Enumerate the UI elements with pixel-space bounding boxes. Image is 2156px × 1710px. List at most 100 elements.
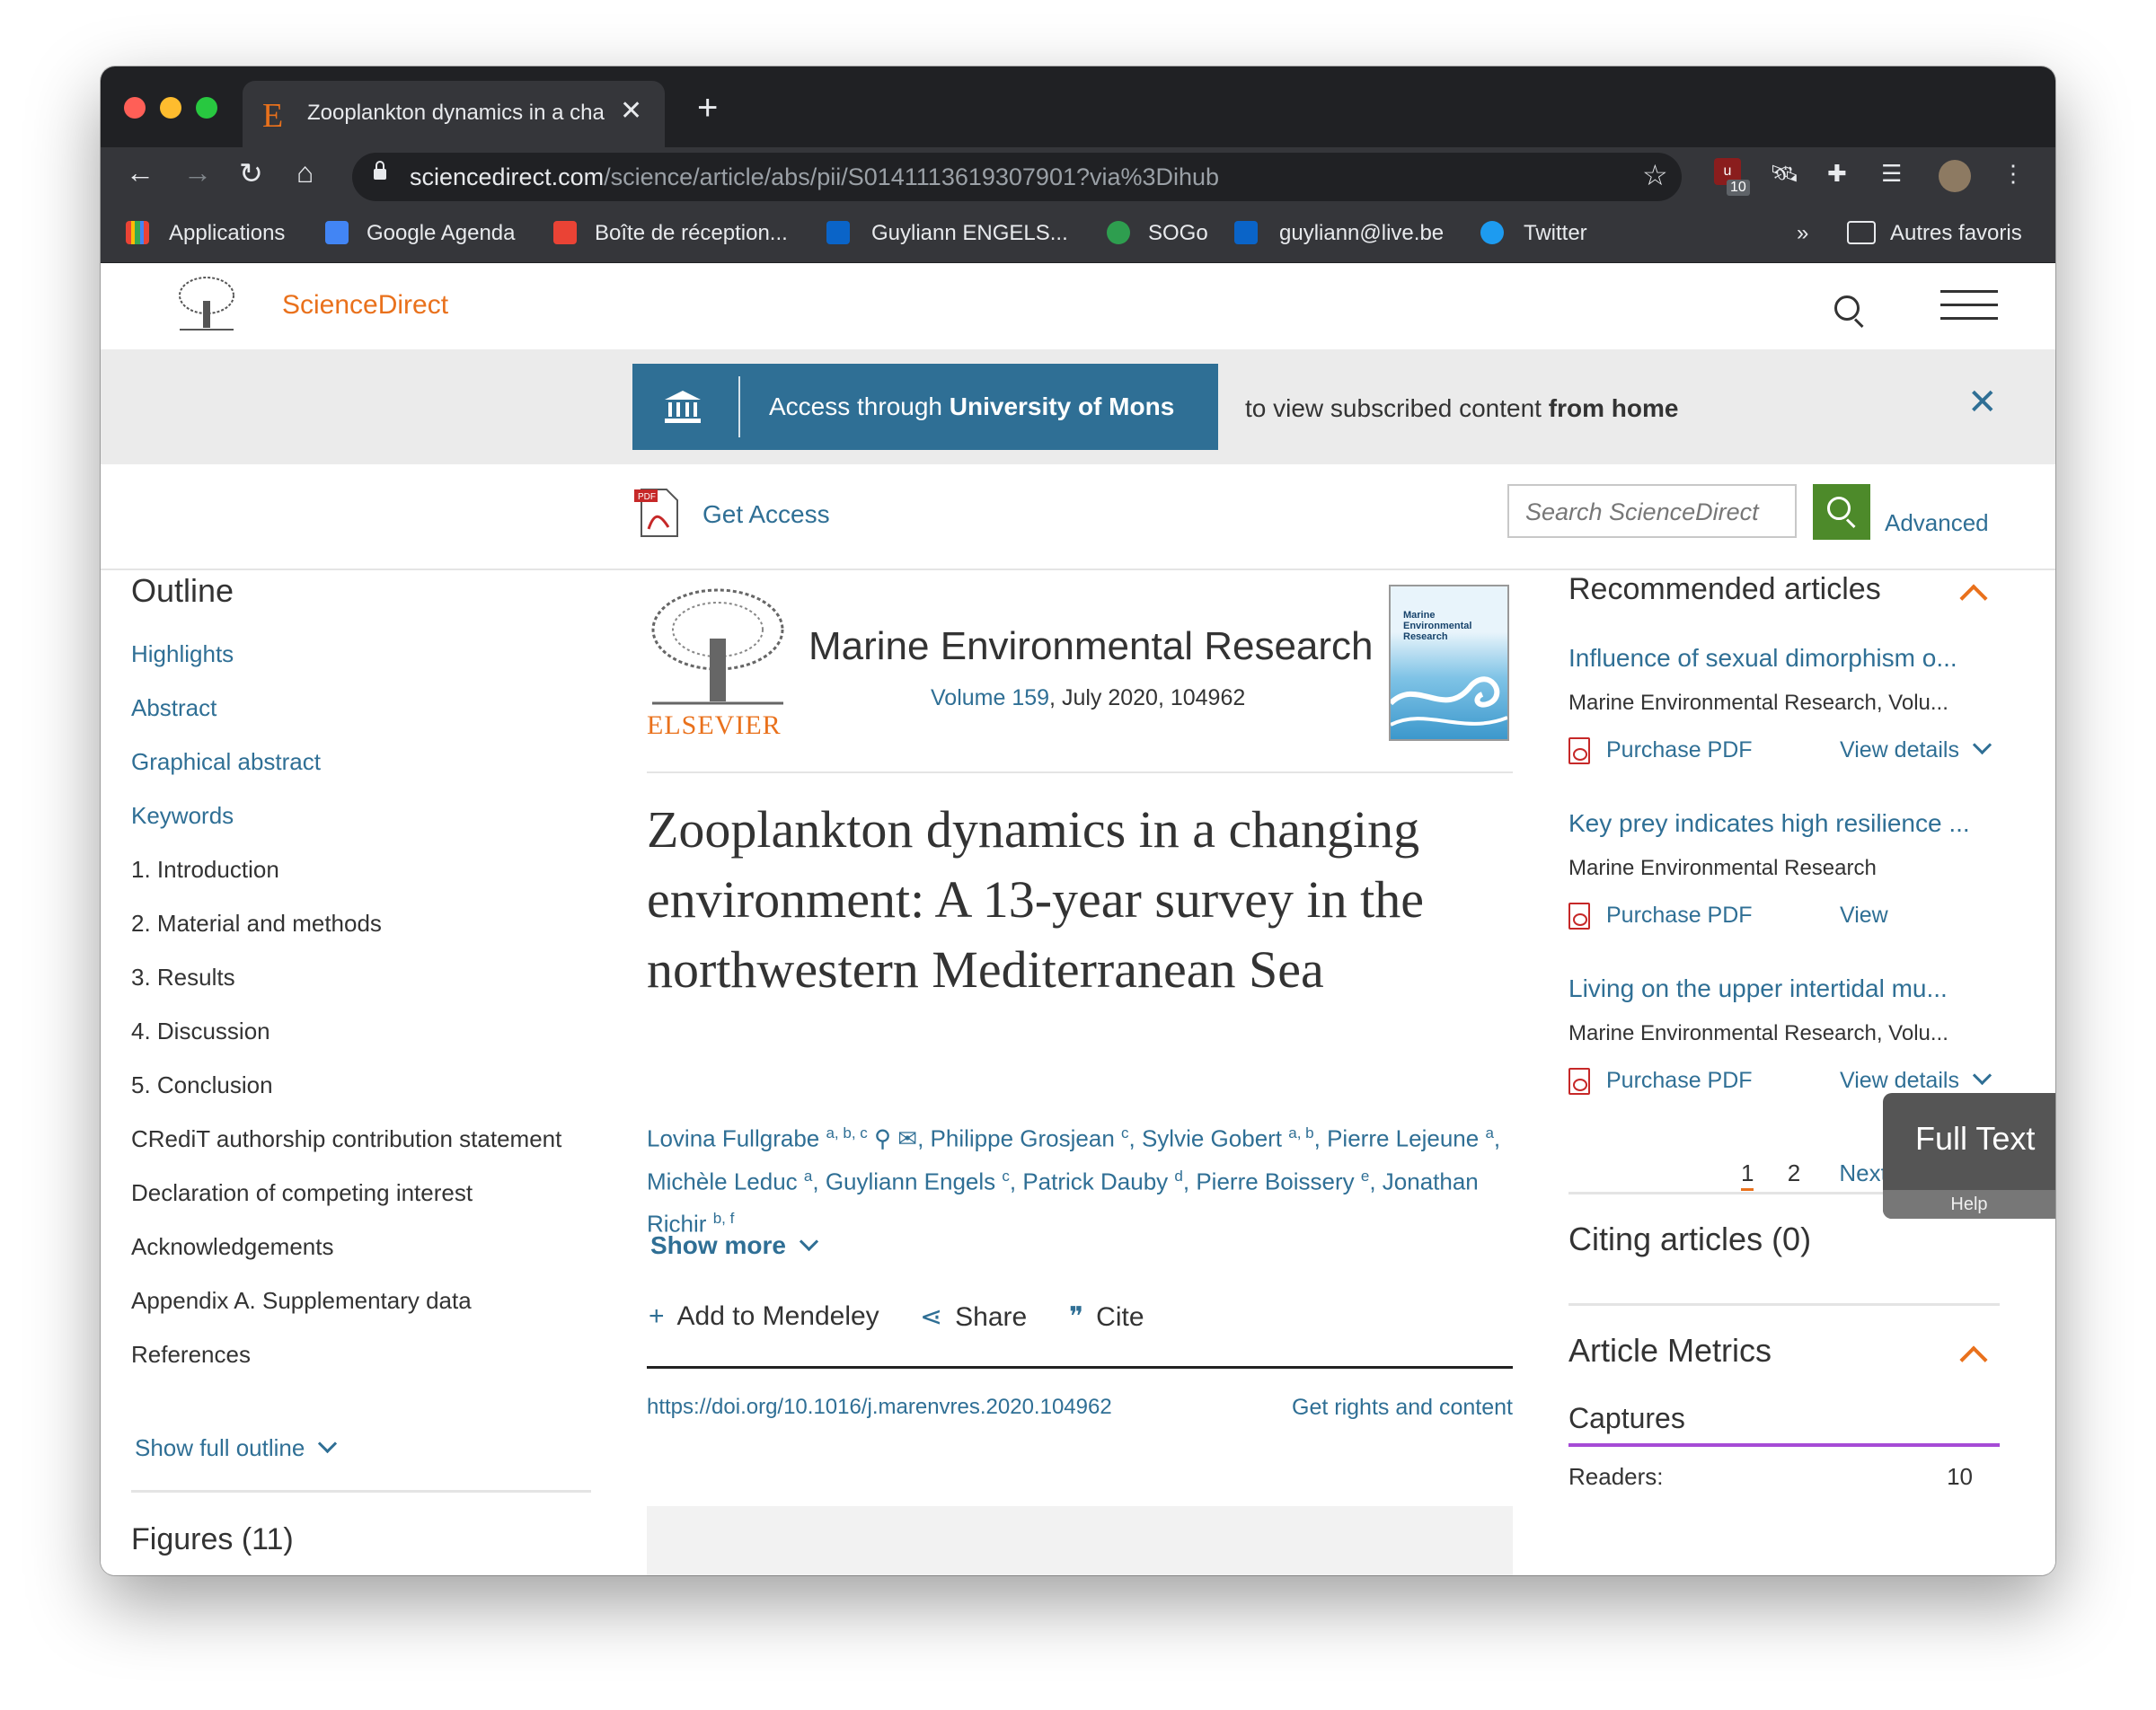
outline-item-abstract[interactable]: Abstract: [131, 694, 216, 722]
bookmark-sogo[interactable]: SOGo: [1148, 221, 1208, 246]
tab-close-icon[interactable]: ✕: [620, 95, 642, 127]
recommended-article-link[interactable]: Influence of sexual dimorphism o...: [1568, 644, 1991, 673]
outline-item-graphical-abstract[interactable]: Graphical abstract: [131, 748, 321, 776]
outline-item-conclusion[interactable]: 5. Conclusion: [131, 1071, 273, 1099]
author-link[interactable]: Sylvie Gobert: [1142, 1125, 1282, 1152]
wave-graphic-icon: [1391, 676, 1507, 727]
bookmark-star-icon[interactable]: ☆: [1642, 158, 1668, 192]
page-link[interactable]: 2: [1788, 1159, 1800, 1186]
other-bookmarks[interactable]: Autres favoris: [1890, 221, 2022, 246]
outline-item-introduction[interactable]: 1. Introduction: [131, 856, 279, 884]
outline-item-keywords[interactable]: Keywords: [131, 802, 234, 830]
forward-arrow-icon[interactable]: →: [183, 156, 212, 190]
outline-item-acknowledgements[interactable]: Acknowledgements: [131, 1233, 333, 1261]
folder-icon: [1847, 221, 1876, 244]
author-link[interactable]: Lovina Fullgrabe: [647, 1125, 819, 1152]
get-access-link[interactable]: Get Access: [702, 500, 830, 529]
author-link[interactable]: Michèle Leduc: [647, 1168, 798, 1194]
purchase-pdf-link[interactable]: Purchase PDF: [1568, 1068, 1753, 1096]
outline-item-appendix[interactable]: Appendix A. Supplementary data: [131, 1287, 472, 1315]
media-control-icon[interactable]: ☰: [1881, 160, 1902, 190]
person-icon[interactable]: ⚲: [874, 1125, 891, 1152]
cite-button[interactable]: ❞ Cite: [1069, 1301, 1144, 1333]
access-through-institution-button[interactable]: Access through University of Mons: [632, 364, 1218, 450]
bookmarks-overflow-button[interactable]: »: [1797, 221, 1808, 246]
captures-bar: [1568, 1443, 2000, 1447]
search-icon[interactable]: [1834, 295, 1860, 321]
readers-value: 10: [1947, 1463, 1973, 1490]
back-arrow-icon[interactable]: ←: [126, 156, 155, 190]
outline-item-references[interactable]: References: [131, 1341, 251, 1369]
close-banner-icon[interactable]: ✕: [1967, 382, 1998, 423]
search-input[interactable]: Search ScienceDirect: [1507, 484, 1797, 538]
menu-hamburger-icon[interactable]: [1940, 290, 1998, 321]
view-details-button[interactable]: View details: [1840, 1065, 1993, 1094]
volume-link[interactable]: Volume 159: [931, 685, 1049, 710]
show-full-outline-button[interactable]: Show full outline: [135, 1433, 338, 1462]
author-link[interactable]: Pierre Boissery: [1196, 1168, 1354, 1194]
menu-dots-icon[interactable]: ⋮: [2001, 160, 2025, 190]
outline-item-highlights[interactable]: Highlights: [131, 640, 234, 668]
outline-item-results[interactable]: 3. Results: [131, 964, 235, 992]
outline-item-discussion[interactable]: 4. Discussion: [131, 1018, 270, 1045]
outline-item-credit[interactable]: CRediT authorship contribution statement: [131, 1125, 561, 1153]
satellite-extension-icon[interactable]: 🛰: [1770, 160, 1799, 190]
full-text-widget[interactable]: Full Text Help: [1883, 1093, 2055, 1219]
citing-articles-heading[interactable]: Citing articles (0): [1568, 1221, 1811, 1258]
browser-toolbar: ← → ↻ ⌂ sciencedirect.com/science/articl…: [101, 147, 2055, 205]
bookmark-inbox[interactable]: Boîte de réception...: [595, 221, 788, 246]
reload-icon[interactable]: ↻: [239, 156, 263, 190]
home-icon[interactable]: ⌂: [296, 156, 314, 190]
active-tab[interactable]: E Zooplankton dynamics in a cha ✕: [243, 81, 665, 147]
help-button[interactable]: Help: [1883, 1190, 2055, 1219]
author-link[interactable]: Pierre Lejeune: [1327, 1125, 1479, 1152]
search-submit-button[interactable]: [1813, 484, 1870, 540]
bookmark-google-agenda[interactable]: Google Agenda: [367, 221, 515, 246]
chevron-up-icon[interactable]: [1959, 1345, 1988, 1374]
full-text-label: Full Text: [1915, 1120, 2036, 1157]
bookmark-applications[interactable]: Applications: [169, 221, 285, 246]
elsevier-tree-logo-icon[interactable]: [647, 585, 789, 710]
bookmark-guyliann-engels[interactable]: Guyliann ENGELS...: [871, 221, 1068, 246]
recommended-article-source: Marine Environmental Research, Volu...: [1568, 1021, 1948, 1045]
page-content: ScienceDirect Access through University …: [101, 263, 2055, 1575]
elsevier-tree-logo-icon[interactable]: [174, 276, 239, 333]
add-to-mendeley-button[interactable]: + Add to Mendeley: [649, 1301, 879, 1332]
purchase-pdf-link[interactable]: Purchase PDF: [1568, 737, 1753, 765]
author-link[interactable]: Guyliann Engels: [826, 1168, 995, 1194]
gmail-icon: [553, 221, 577, 244]
share-button[interactable]: ⋖ Share: [920, 1301, 1027, 1333]
page-current[interactable]: 1: [1741, 1159, 1754, 1191]
bookmark-twitter[interactable]: Twitter: [1524, 221, 1587, 246]
view-details-button[interactable]: View details: [1840, 735, 1993, 763]
view-details-button[interactable]: View: [1840, 903, 1888, 929]
close-window-button[interactable]: [124, 97, 146, 119]
extensions-puzzle-icon[interactable]: ✚: [1827, 160, 1847, 190]
doi-link[interactable]: https://doi.org/10.1016/j.marenvres.2020…: [647, 1395, 1112, 1420]
chevron-down-icon: [799, 1231, 819, 1252]
minimize-window-button[interactable]: [160, 97, 181, 119]
journal-cover-image[interactable]: Marine Environmental Research: [1389, 585, 1509, 741]
advanced-search-link[interactable]: Advanced: [1885, 509, 1989, 537]
recommended-article-link[interactable]: Key prey indicates high resilience ...: [1568, 809, 1991, 838]
zoom-window-button[interactable]: [196, 97, 217, 119]
elsevier-favicon-icon: E: [262, 97, 284, 135]
outline-item-methods[interactable]: 2. Material and methods: [131, 910, 382, 938]
address-bar[interactable]: sciencedirect.com/science/article/abs/pi…: [352, 153, 1682, 201]
rights-link[interactable]: Get rights and content: [1292, 1395, 1513, 1421]
journal-name[interactable]: Marine Environmental Research: [808, 624, 1374, 669]
profile-avatar[interactable]: [1939, 160, 1971, 192]
show-more-button[interactable]: Show more: [650, 1231, 819, 1260]
email-icon[interactable]: ✉: [897, 1125, 917, 1152]
figures-heading[interactable]: Figures (11): [131, 1522, 294, 1557]
cover-title: Marine Environmental Research: [1403, 610, 1472, 642]
outline-item-competing-interest[interactable]: Declaration of competing interest: [131, 1179, 473, 1207]
chevron-up-icon[interactable]: [1959, 584, 1988, 613]
author-link[interactable]: Philippe Grosjean: [931, 1125, 1115, 1152]
sciencedirect-brand[interactable]: ScienceDirect: [282, 290, 448, 321]
new-tab-button[interactable]: +: [697, 88, 718, 128]
purchase-pdf-link[interactable]: Purchase PDF: [1568, 903, 1753, 930]
bookmark-live[interactable]: guyliann@live.be: [1279, 221, 1444, 246]
recommended-article-link[interactable]: Living on the upper intertidal mu...: [1568, 974, 1991, 1003]
author-link[interactable]: Patrick Dauby: [1022, 1168, 1168, 1194]
